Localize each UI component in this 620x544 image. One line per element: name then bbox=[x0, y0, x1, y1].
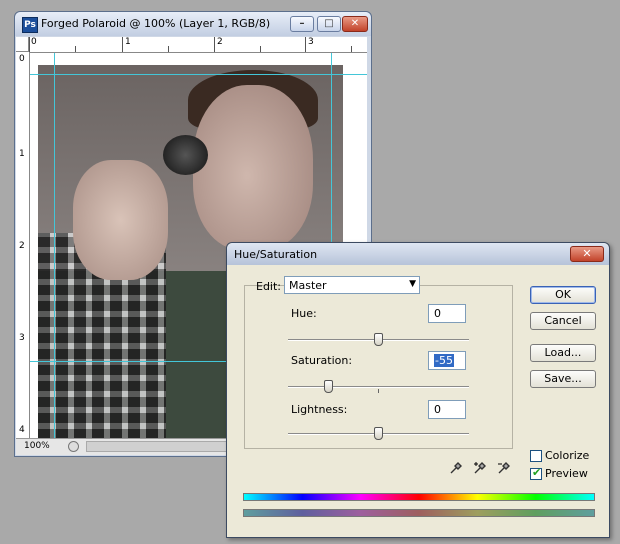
ruler-tick bbox=[122, 37, 123, 52]
load-button[interactable]: Load... bbox=[530, 344, 596, 362]
ruler-label: 1 bbox=[19, 149, 25, 159]
edit-label: Edit: bbox=[256, 280, 282, 293]
colorize-checkbox[interactable] bbox=[530, 450, 542, 462]
minimize-icon: – bbox=[299, 18, 305, 29]
ruler-tick bbox=[75, 46, 76, 52]
document-title: Forged Polaroid @ 100% (Layer 1, RGB/8) bbox=[41, 17, 271, 30]
saturation-slider-track[interactable] bbox=[288, 386, 469, 388]
eyedropper-icon[interactable] bbox=[449, 461, 463, 475]
save-button[interactable]: Save... bbox=[530, 370, 596, 388]
lightness-input[interactable]: 0 bbox=[428, 400, 466, 419]
edit-dropdown-value: Master bbox=[289, 279, 327, 292]
ruler-tick bbox=[305, 37, 306, 52]
ruler-label: 2 bbox=[19, 241, 25, 251]
eyedropper-minus-icon[interactable] bbox=[497, 461, 511, 475]
minimize-button[interactable]: – bbox=[290, 16, 314, 32]
preview-label: Preview bbox=[545, 467, 588, 480]
lightness-value: 0 bbox=[434, 403, 441, 416]
preview-checkbox[interactable]: ✔ bbox=[530, 466, 542, 480]
dialog-titlebar[interactable]: Hue/Saturation ✕ bbox=[227, 243, 609, 265]
colorize-label: Colorize bbox=[545, 449, 590, 462]
vertical-ruler[interactable]: 0 1 2 3 4 bbox=[16, 52, 30, 439]
chevron-down-icon: ▼ bbox=[409, 279, 416, 289]
ruler-label: 0 bbox=[31, 37, 37, 47]
ruler-label: 4 bbox=[19, 425, 25, 435]
saturation-input[interactable]: -55 bbox=[428, 351, 466, 370]
close-button[interactable]: ✕ bbox=[342, 16, 368, 32]
ruler-tick bbox=[29, 37, 30, 52]
lightness-slider-thumb[interactable] bbox=[374, 427, 383, 440]
ruler-label: 0 bbox=[19, 54, 25, 64]
status-info-icon[interactable] bbox=[68, 441, 79, 452]
ruler-label: 3 bbox=[19, 333, 25, 343]
maximize-icon: □ bbox=[324, 18, 334, 29]
output-color-spectrum bbox=[243, 509, 595, 517]
close-icon: ✕ bbox=[582, 247, 592, 260]
ruler-tick bbox=[260, 46, 261, 52]
dialog-title: Hue/Saturation bbox=[234, 248, 318, 261]
ruler-label: 3 bbox=[308, 37, 314, 47]
hue-value: 0 bbox=[434, 307, 441, 320]
close-icon: ✕ bbox=[350, 18, 360, 29]
ruler-tick bbox=[351, 46, 352, 52]
saturation-label: Saturation: bbox=[291, 354, 353, 367]
ruler-label: 2 bbox=[217, 37, 223, 47]
ruler-label: 1 bbox=[125, 37, 131, 47]
maximize-button[interactable]: □ bbox=[317, 16, 341, 32]
edit-dropdown[interactable]: Master ▼ bbox=[284, 276, 420, 294]
adjustment-group bbox=[244, 285, 513, 449]
ok-button[interactable]: OK bbox=[530, 286, 596, 304]
photo-brush bbox=[163, 135, 208, 175]
document-titlebar[interactable]: Ps Forged Polaroid @ 100% (Layer 1, RGB/… bbox=[15, 12, 371, 36]
eyedropper-plus-icon[interactable] bbox=[473, 461, 487, 475]
dialog-close-button[interactable]: ✕ bbox=[570, 246, 604, 262]
hue-slider-thumb[interactable] bbox=[374, 333, 383, 346]
guide-line[interactable] bbox=[54, 53, 55, 439]
saturation-slider-center-tick bbox=[378, 389, 379, 393]
zoom-level[interactable]: 100% bbox=[24, 441, 50, 451]
hue-input[interactable]: 0 bbox=[428, 304, 466, 323]
cancel-button[interactable]: Cancel bbox=[530, 312, 596, 330]
photo-face bbox=[193, 85, 313, 250]
saturation-slider-thumb[interactable] bbox=[324, 380, 334, 393]
ruler-tick bbox=[214, 37, 215, 52]
lightness-label: Lightness: bbox=[291, 403, 348, 416]
photo-hand bbox=[73, 160, 168, 280]
ruler-tick bbox=[168, 46, 169, 52]
horizontal-ruler[interactable]: 0 1 2 3 bbox=[29, 37, 367, 53]
saturation-value: -55 bbox=[434, 354, 454, 367]
ruler-origin[interactable] bbox=[16, 37, 29, 52]
hue-label: Hue: bbox=[291, 307, 317, 320]
photoshop-icon: Ps bbox=[22, 17, 38, 33]
input-color-spectrum bbox=[243, 493, 595, 501]
hue-saturation-dialog: Hue/Saturation ✕ Edit: Master ▼ Hue: 0 S… bbox=[226, 242, 610, 538]
guide-line[interactable] bbox=[30, 74, 367, 75]
check-icon: ✔ bbox=[532, 466, 542, 479]
